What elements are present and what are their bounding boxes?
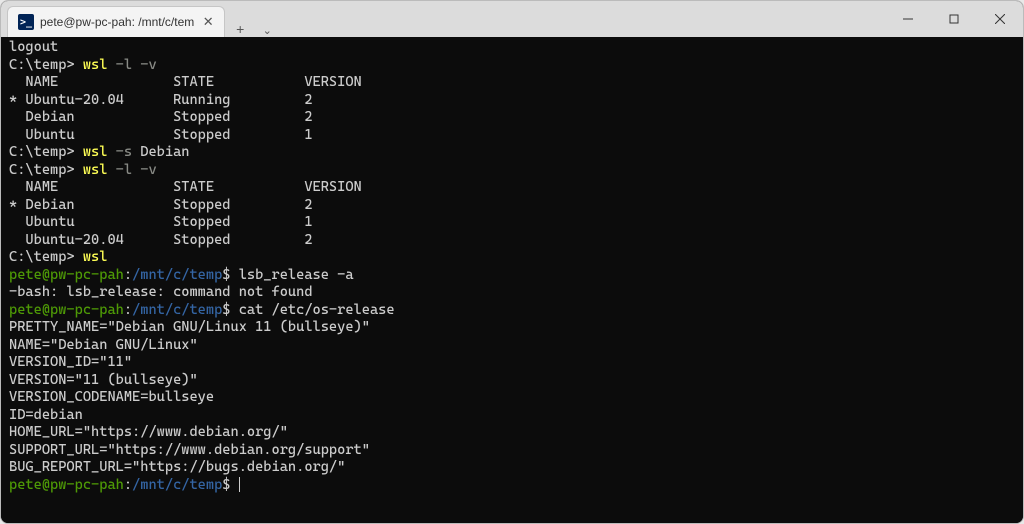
tab-close-button[interactable]: ✕ <box>200 14 216 30</box>
terminal-line: VERSION="11 (bullseye)" <box>9 372 1015 390</box>
cursor <box>239 477 240 492</box>
titlebar: >_ pete@pw-pc-pah: /mnt/c/tem ✕ + ⌄ <box>1 1 1023 37</box>
new-tab-button[interactable]: + <box>225 21 255 37</box>
terminal-line: C:\temp> wsl -s Debian <box>9 144 1015 162</box>
terminal-line: SUPPORT_URL="https://www.debian.org/supp… <box>9 442 1015 460</box>
close-window-button[interactable] <box>977 1 1023 37</box>
terminal-line: * Ubuntu-20.04 Running 2 <box>9 92 1015 110</box>
titlebar-drag-region[interactable] <box>279 1 885 37</box>
minimize-button[interactable] <box>885 1 931 37</box>
terminal-body[interactable]: logoutC:\temp> wsl -l -v NAME STATE VERS… <box>1 37 1023 523</box>
terminal-line: BUG_REPORT_URL="https://bugs.debian.org/… <box>9 459 1015 477</box>
terminal-line: logout <box>9 39 1015 57</box>
terminal-line: pete@pw-pc-pah:/mnt/c/temp$ lsb_release … <box>9 267 1015 285</box>
terminal-line: NAME STATE VERSION <box>9 74 1015 92</box>
tab-title: pete@pw-pc-pah: /mnt/c/tem <box>40 15 194 29</box>
terminal-line: pete@pw-pc-pah:/mnt/c/temp$ <box>9 477 1015 495</box>
terminal-line: VERSION_CODENAME=bullseye <box>9 389 1015 407</box>
terminal-line: * Debian Stopped 2 <box>9 197 1015 215</box>
tab-dropdown-button[interactable]: ⌄ <box>255 24 279 37</box>
terminal-line: VERSION_ID="11" <box>9 354 1015 372</box>
terminal-line: C:\temp> wsl <box>9 249 1015 267</box>
terminal-line: C:\temp> wsl -l -v <box>9 57 1015 75</box>
terminal-line: -bash: lsb_release: command not found <box>9 284 1015 302</box>
terminal-window: >_ pete@pw-pc-pah: /mnt/c/tem ✕ + ⌄ logo… <box>0 0 1024 524</box>
powershell-icon: >_ <box>18 14 34 30</box>
terminal-line: C:\temp> wsl -l -v <box>9 162 1015 180</box>
terminal-line: HOME_URL="https://www.debian.org/" <box>9 424 1015 442</box>
terminal-line: Ubuntu-20.04 Stopped 2 <box>9 232 1015 250</box>
terminal-line: PRETTY_NAME="Debian GNU/Linux 11 (bullse… <box>9 319 1015 337</box>
tab-active[interactable]: >_ pete@pw-pc-pah: /mnt/c/tem ✕ <box>7 6 225 37</box>
terminal-line: ID=debian <box>9 407 1015 425</box>
terminal-line: NAME="Debian GNU/Linux" <box>9 337 1015 355</box>
terminal-line: pete@pw-pc-pah:/mnt/c/temp$ cat /etc/os-… <box>9 302 1015 320</box>
window-controls <box>885 1 1023 37</box>
terminal-line: Ubuntu Stopped 1 <box>9 127 1015 145</box>
tab-strip: >_ pete@pw-pc-pah: /mnt/c/tem ✕ + ⌄ <box>1 1 279 37</box>
terminal-line: Debian Stopped 2 <box>9 109 1015 127</box>
terminal-line: NAME STATE VERSION <box>9 179 1015 197</box>
terminal-line: Ubuntu Stopped 1 <box>9 214 1015 232</box>
maximize-button[interactable] <box>931 1 977 37</box>
